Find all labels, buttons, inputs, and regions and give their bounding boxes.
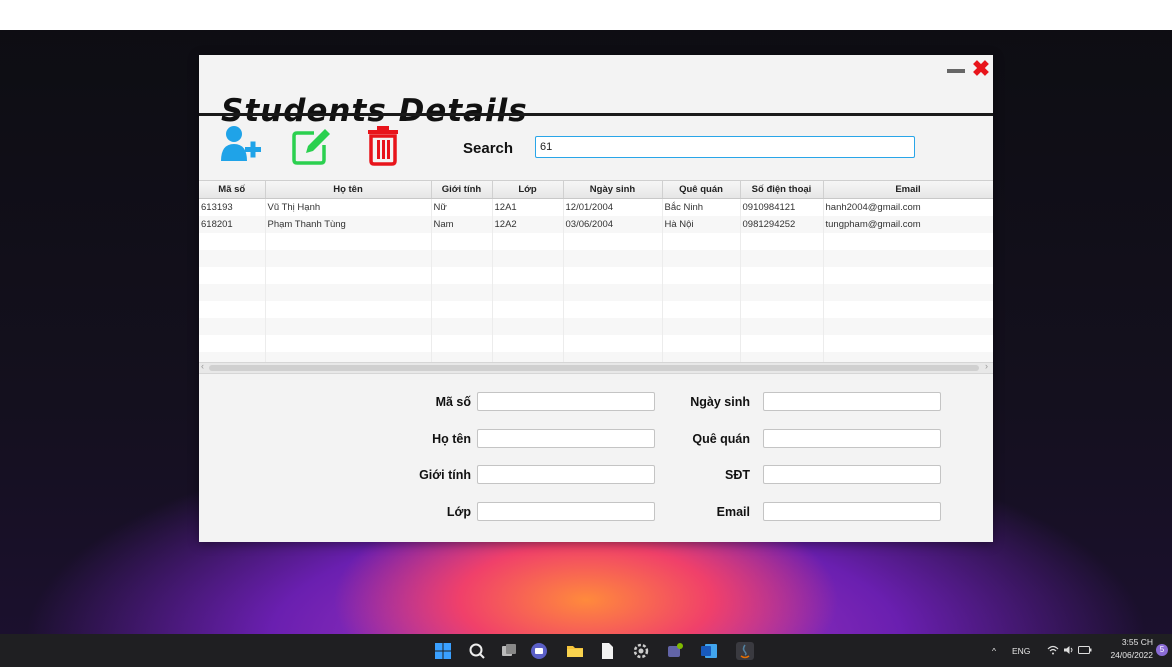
cell-lop: 12A2	[492, 216, 564, 233]
close-button[interactable]: ✖	[971, 57, 991, 81]
cell-ngay-sinh: 03/06/2004	[563, 216, 663, 233]
students-table: Mã số Họ tên Giới tính Lớp Ngày sinh Quê…	[199, 180, 993, 374]
file-explorer-icon[interactable]	[566, 642, 584, 660]
ho-ten-input[interactable]	[477, 429, 655, 448]
empty-table-row	[199, 233, 993, 250]
teams-chat-icon[interactable]	[530, 642, 548, 660]
column-header-email[interactable]: Email	[823, 181, 993, 199]
table-row[interactable]: 618201 Phạm Thanh Tùng Nam 12A2 03/06/20…	[199, 216, 993, 233]
empty-table-row	[199, 335, 993, 352]
column-header-so-dien-thoai[interactable]: Số điện thoại	[740, 181, 824, 199]
teams-icon[interactable]	[666, 642, 684, 660]
empty-table-row	[199, 267, 993, 284]
minimize-button[interactable]	[947, 69, 965, 73]
sdt-input[interactable]	[763, 465, 941, 484]
cell-gioi-tinh: Nữ	[431, 198, 493, 216]
label-email: Email	[716, 505, 750, 519]
lop-input[interactable]	[477, 502, 655, 521]
wifi-icon[interactable]	[1047, 645, 1059, 655]
column-header-ngay-sinh[interactable]: Ngày sinh	[563, 181, 663, 199]
que-quan-input[interactable]	[763, 429, 941, 448]
table-row[interactable]: 613193 Vũ Thị Hạnh Nữ 12A1 12/01/2004 Bắ…	[199, 198, 993, 216]
label-lop: Lớp	[446, 505, 471, 519]
search-icon[interactable]	[468, 642, 486, 660]
label-que-quan: Quê quán	[692, 432, 750, 446]
search-input[interactable]	[535, 136, 915, 158]
column-header-que-quan[interactable]: Quê quán	[662, 181, 741, 199]
cell-ho-ten: Phạm Thanh Tùng	[265, 216, 432, 233]
cell-que-quan: Hà Nội	[662, 216, 741, 233]
cell-so-dien-thoai: 0910984121	[740, 198, 824, 216]
start-windows-icon[interactable]	[434, 642, 452, 660]
cell-que-quan: Bắc Ninh	[662, 198, 741, 216]
title-divider	[199, 113, 993, 116]
java-app-icon[interactable]	[736, 642, 754, 660]
horizontal-scrollbar[interactable]: ‹ ›	[199, 361, 993, 374]
empty-table-row	[199, 301, 993, 318]
cell-ho-ten: Vũ Thị Hạnh	[265, 198, 432, 216]
cell-ngay-sinh: 12/01/2004	[563, 198, 663, 216]
edit-button[interactable]	[290, 123, 334, 167]
label-ma-so: Mã số	[435, 395, 471, 409]
empty-table-row	[199, 318, 993, 335]
settings-gear-icon[interactable]	[632, 642, 650, 660]
notification-badge[interactable]: 5	[1156, 644, 1168, 656]
column-header-gioi-tinh[interactable]: Giới tính	[431, 181, 493, 199]
trash-icon	[368, 126, 398, 166]
empty-table-row	[199, 284, 993, 301]
cell-ma-so: 618201	[199, 216, 266, 233]
label-gioi-tinh: Giới tính	[419, 468, 471, 482]
scroll-left-icon[interactable]: ‹	[201, 361, 204, 371]
delete-button[interactable]	[361, 123, 405, 167]
clock-time[interactable]: 3:55 CH	[1113, 637, 1153, 647]
column-header-ho-ten[interactable]: Họ tên	[265, 181, 432, 199]
gioi-tinh-input[interactable]	[477, 465, 655, 484]
taskbar: ^ ENG 3:55 CH 24/06/2022 5	[0, 634, 1172, 667]
scrollbar-thumb[interactable]	[209, 365, 979, 371]
add-user-icon	[221, 126, 261, 161]
search-label: Search	[463, 140, 514, 157]
cell-lop: 12A1	[492, 198, 564, 216]
word-icon[interactable]	[700, 642, 718, 660]
ngay-sinh-input[interactable]	[763, 392, 941, 411]
chevron-up-icon[interactable]: ^	[992, 646, 996, 656]
label-ho-ten: Họ tên	[432, 432, 471, 446]
document-icon[interactable]	[598, 642, 616, 660]
clock-date[interactable]: 24/06/2022	[1100, 650, 1153, 660]
cell-email: hanh2004@gmail.com	[823, 198, 993, 216]
email-input[interactable]	[763, 502, 941, 521]
task-view-icon[interactable]	[500, 642, 518, 660]
empty-table-row	[199, 250, 993, 267]
students-window: Students Details ✖ Search 61 Mã số Họ tê…	[199, 55, 993, 542]
ma-so-input[interactable]	[477, 392, 655, 411]
scroll-right-icon[interactable]: ›	[985, 361, 988, 371]
cell-ma-so: 613193	[199, 198, 266, 216]
table-header-row: Mã số Họ tên Giới tính Lớp Ngày sinh Quê…	[199, 181, 993, 199]
label-sdt: SĐT	[725, 468, 750, 482]
cell-so-dien-thoai: 0981294252	[740, 216, 824, 233]
column-header-ma-so[interactable]: Mã số	[199, 181, 266, 199]
column-header-lop[interactable]: Lớp	[492, 181, 564, 199]
edit-icon	[292, 129, 330, 165]
volume-icon[interactable]	[1063, 645, 1074, 655]
top-strip	[0, 0, 1172, 30]
language-indicator[interactable]: ENG	[1012, 646, 1030, 656]
add-user-button[interactable]	[219, 123, 263, 167]
cell-email: tungpham@gmail.com	[823, 216, 993, 233]
label-ngay-sinh: Ngày sinh	[690, 395, 750, 409]
battery-icon[interactable]	[1078, 646, 1092, 654]
cell-gioi-tinh: Nam	[431, 216, 493, 233]
